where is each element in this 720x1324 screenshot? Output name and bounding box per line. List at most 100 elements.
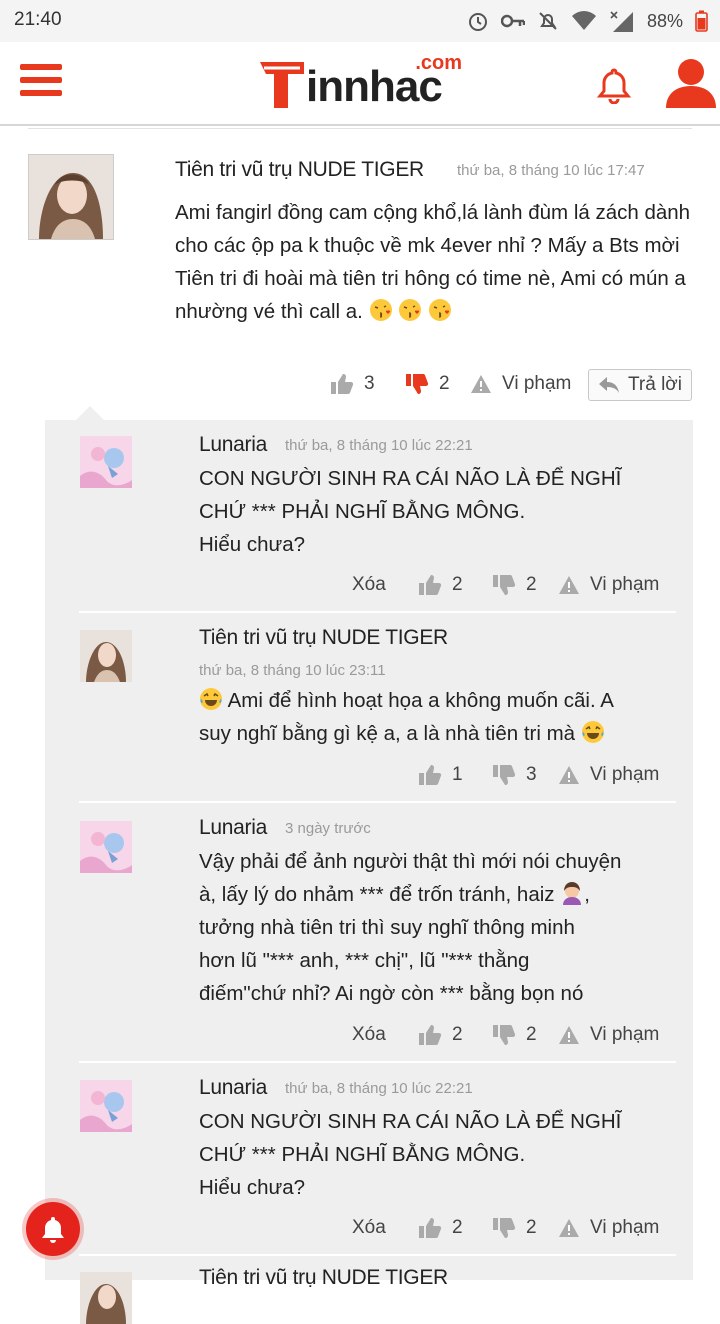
like-count: 2 — [452, 1024, 463, 1045]
avatar[interactable] — [28, 154, 114, 240]
reply-text-line: Hiểu chưa? — [199, 533, 306, 556]
dislike-count: 2 — [439, 373, 450, 394]
reply-text-part: suy nghĩ bằng gì kệ a, a là nhà tiên tri… — [199, 722, 576, 745]
delete-button[interactable]: Xóa — [352, 1024, 386, 1046]
warning-icon — [559, 1219, 579, 1237]
dislike-button[interactable]: 2 — [492, 574, 537, 596]
laughing-emoji-icon — [200, 688, 222, 710]
delete-button[interactable]: Xóa — [352, 574, 386, 596]
report-button[interactable]: Vi phạm — [558, 1024, 659, 1046]
reply-button[interactable]: Trả lời — [588, 369, 692, 401]
menu-button[interactable] — [20, 64, 62, 102]
kiss-emoji-icon — [369, 299, 392, 321]
logo-suffix: .com — [415, 52, 462, 74]
report-button[interactable]: Vi phạm — [558, 574, 659, 596]
reply-text-line: hơn lũ "*** anh, *** chị", lũ "*** thằng — [199, 949, 530, 972]
thumbs-up-icon — [419, 1025, 442, 1045]
status-bar: 21:40 88% — [0, 0, 720, 42]
delete-button[interactable]: Xóa — [352, 1217, 386, 1239]
bell-icon[interactable] — [596, 66, 632, 104]
reply-author[interactable]: Tiên tri vũ trụ NUDE TIGER — [199, 626, 448, 650]
delete-label: Xóa — [352, 1024, 386, 1045]
avatar-photo — [29, 155, 113, 239]
signal-icon — [610, 11, 633, 32]
like-button[interactable]: 2 — [418, 1024, 463, 1046]
comment-text: Ami fangirl đồng cam cộng khổ,lá lành đù… — [175, 196, 700, 328]
dislike-count: 3 — [526, 764, 537, 785]
reply-time: thứ ba, 8 tháng 10 lúc 22:21 — [285, 437, 473, 454]
avatar-anime — [80, 1080, 132, 1132]
logo-t-mark — [260, 62, 304, 108]
like-count: 3 — [364, 373, 375, 394]
notification-button[interactable] — [26, 1202, 80, 1256]
reply-author[interactable]: Lunaria — [199, 1076, 267, 1100]
reply-divider — [79, 1254, 676, 1256]
like-count: 2 — [452, 574, 463, 595]
report-button[interactable]: Vi phạm — [558, 764, 659, 786]
dislike-count: 2 — [526, 1217, 537, 1238]
reply-author[interactable]: Tiên tri vũ trụ NUDE TIGER — [199, 1266, 448, 1290]
avatar-anime — [80, 821, 132, 873]
like-button[interactable]: 3 — [330, 373, 375, 395]
reply-author[interactable]: Lunaria — [199, 816, 267, 840]
thumbs-down-icon — [493, 575, 516, 595]
status-time: 21:40 — [14, 9, 62, 30]
reply-text-line: CON NGƯỜI SINH RA CÁI NÃO LÀ ĐỂ NGHĨ — [199, 1110, 622, 1133]
replies-notch — [76, 406, 104, 420]
report-button[interactable]: Vi phạm — [558, 1217, 659, 1239]
like-button[interactable]: 2 — [418, 1217, 463, 1239]
report-button[interactable]: Vi phạm — [470, 373, 571, 395]
warning-icon — [559, 576, 579, 594]
user-icon[interactable] — [664, 58, 718, 110]
reply-text: Vậy phải để ảnh người thật thì mới nói c… — [199, 845, 684, 1010]
reply-arrow-icon — [599, 377, 619, 393]
menu-icon — [20, 64, 62, 70]
like-button[interactable]: 1 — [418, 764, 463, 786]
reply-text-part: Ami để hình hoạt họa a không muốn cãi. A — [227, 689, 614, 712]
laughing-emoji-icon — [581, 721, 604, 743]
reply-time: thứ ba, 8 tháng 10 lúc 23:11 — [199, 662, 386, 679]
delete-label: Xóa — [352, 1217, 386, 1238]
reply-text-line: CHỨ *** PHẢI NGHĨ BẰNG MÔNG. — [199, 1143, 526, 1166]
thumbs-up-icon — [419, 765, 442, 785]
mute-icon — [539, 12, 557, 30]
reply-text: CON NGƯỜI SINH RA CÁI NÃO LÀ ĐỂ NGHĨ CHỨ… — [199, 462, 684, 561]
reply-text-line: điếm"chứ nhỉ? Ai ngờ còn *** bằng bọn nó — [199, 982, 584, 1005]
facepalm-emoji-icon — [563, 882, 582, 905]
avatar[interactable] — [80, 630, 132, 682]
reply-text-line: CHỨ *** PHẢI NGHĨ BẰNG MÔNG. — [199, 500, 526, 523]
reply-text: CON NGƯỜI SINH RA CÁI NÃO LÀ ĐỂ NGHĨ CHỨ… — [199, 1105, 684, 1204]
reply-text-line: suy nghĩ bằng gì kệ a, a là nhà tiên tri… — [199, 717, 684, 750]
reply-time: 3 ngày trước — [285, 820, 371, 837]
thumbs-up-icon — [331, 374, 354, 394]
avatar-photo — [80, 630, 132, 682]
comment-author[interactable]: Tiên tri vũ trụ NUDE TIGER — [175, 158, 424, 182]
like-button[interactable]: 2 — [418, 574, 463, 596]
divider — [28, 128, 692, 129]
menu-icon-bar — [20, 77, 62, 83]
avatar[interactable] — [80, 1080, 132, 1132]
thumbs-down-icon — [493, 1025, 516, 1045]
dislike-button[interactable]: 2 — [492, 1217, 537, 1239]
avatar[interactable] — [80, 436, 132, 488]
kiss-emoji-icon — [399, 299, 422, 321]
report-label: Vi phạm — [590, 1024, 660, 1045]
site-logo[interactable]: innhac .com — [258, 52, 468, 120]
dislike-button[interactable]: 2 — [405, 373, 450, 395]
report-label: Vi phạm — [502, 373, 572, 394]
avatar[interactable] — [80, 821, 132, 873]
wifi-icon — [571, 11, 596, 30]
dislike-count: 2 — [526, 574, 537, 595]
comment-time: thứ ba, 8 tháng 10 lúc 17:47 — [457, 162, 645, 179]
warning-icon — [471, 375, 491, 393]
reply-time: thứ ba, 8 tháng 10 lúc 22:21 — [285, 1080, 473, 1097]
thumbs-down-icon — [493, 1218, 516, 1238]
reply-label: Trả lời — [628, 374, 682, 395]
dislike-button[interactable]: 3 — [492, 764, 537, 786]
report-label: Vi phạm — [590, 574, 660, 595]
reply-text-line: Hiểu chưa? — [199, 1176, 306, 1199]
reply-author[interactable]: Lunaria — [199, 433, 267, 457]
menu-icon-bar — [20, 90, 62, 96]
reply-divider — [79, 611, 676, 613]
dislike-button[interactable]: 2 — [492, 1024, 537, 1046]
